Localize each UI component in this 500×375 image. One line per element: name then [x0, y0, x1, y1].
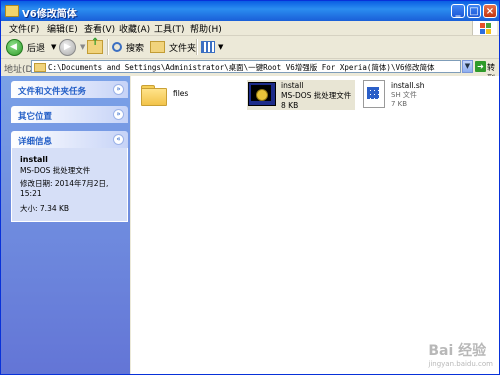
file-item-install[interactable]: install MS-DOS 批处理文件 8 KB — [247, 80, 356, 110]
window-title: V6修改简体 — [22, 9, 77, 20]
file-type: SH 文件 — [391, 91, 417, 99]
file-folder-tasks-group: 文件和文件夹任务 » — [11, 81, 128, 98]
views-icon — [201, 41, 215, 53]
detail-size: 大小: 7.34 KB — [20, 204, 70, 213]
watermark-brand: Bai 经验 — [428, 343, 487, 359]
menu-edit[interactable]: 编辑(E) — [47, 22, 78, 35]
details-group: 详细信息 « install MS-DOS 批处理文件 修改日期: 2014年7… — [11, 131, 128, 222]
file-name: install — [281, 81, 304, 90]
group-title: 详细信息 — [18, 137, 53, 147]
title-bar[interactable]: V6修改简体 _ □ × — [1, 1, 499, 21]
detail-modified: 修改日期: 2014年7月2日, 15:21 — [20, 179, 109, 198]
folders-label: 文件夹 — [169, 43, 197, 54]
back-button[interactable]: ◀ 后退 ▼ — [6, 38, 56, 56]
group-header[interactable]: 详细信息 « — [11, 131, 128, 148]
forward-button[interactable]: ▶ ▼ — [59, 38, 85, 56]
back-label: 后退 — [27, 43, 46, 54]
baidu-watermark: Bai 经验 jingyan.baidu.com — [428, 340, 493, 368]
folder-icon — [5, 5, 19, 17]
file-item-files[interactable]: files — [141, 82, 189, 106]
address-path: C:\Documents and Settings\Administrator\… — [48, 63, 435, 72]
group-title: 其它位置 — [18, 112, 53, 122]
detail-name: install — [20, 155, 48, 164]
address-input[interactable]: C:\Documents and Settings\Administrator\… — [31, 60, 461, 73]
maximize-button[interactable]: □ — [467, 4, 481, 18]
search-label: 搜索 — [126, 43, 145, 54]
folder-icon — [34, 63, 46, 72]
folders-icon — [150, 41, 165, 53]
chevron-down-icon[interactable]: » — [113, 109, 124, 120]
folder-icon — [141, 82, 167, 106]
file-size: 7 KB — [391, 100, 408, 108]
menu-help[interactable]: 帮助(H) — [190, 22, 222, 35]
toolbar: ◀ 后退 ▼ ▶ ▼ ↑ 搜索 文件夹 ▼ — [1, 36, 499, 59]
file-name: install.sh — [391, 81, 425, 90]
task-pane: 文件和文件夹任务 » 其它位置 » 详细信息 « install MS-DOS … — [1, 76, 130, 374]
up-folder-icon: ↑ — [87, 37, 103, 54]
windows-logo-icon — [472, 21, 497, 35]
menu-file[interactable]: 文件(F) — [9, 22, 39, 35]
batch-file-icon — [247, 80, 277, 106]
close-button[interactable]: × — [483, 4, 497, 18]
dropdown-arrow-icon[interactable]: ▼ — [51, 43, 56, 51]
explorer-window: V6修改简体 _ □ × 文件(F) 编辑(E) 查看(V) 收藏(A) 工具(… — [0, 0, 500, 375]
back-arrow-icon: ◀ — [6, 38, 23, 56]
chevron-down-icon[interactable]: » — [113, 84, 124, 95]
file-type: MS-DOS 批处理文件 — [281, 91, 352, 100]
watermark-url: jingyan.baidu.com — [428, 360, 493, 368]
address-dropdown-button[interactable]: ▼ — [462, 60, 473, 73]
menu-favorites[interactable]: 收藏(A) — [119, 22, 150, 35]
minimize-button[interactable]: _ — [451, 4, 465, 18]
other-places-group: 其它位置 » — [11, 106, 128, 123]
details-body: install MS-DOS 批处理文件 修改日期: 2014年7月2日, 15… — [11, 148, 128, 222]
sh-file-icon — [361, 80, 385, 108]
group-title: 文件和文件夹任务 — [18, 87, 87, 97]
forward-arrow-icon: ▶ — [59, 38, 76, 56]
go-arrow-icon[interactable]: ➜ — [475, 61, 486, 72]
address-bar: 地址(D) C:\Documents and Settings\Administ… — [1, 59, 499, 83]
group-header[interactable]: 其它位置 » — [11, 106, 128, 123]
search-icon — [112, 42, 122, 52]
dropdown-arrow-icon[interactable]: ▼ — [218, 43, 223, 51]
folders-button[interactable]: 文件夹 — [150, 38, 196, 56]
file-name: files — [173, 89, 189, 98]
group-header[interactable]: 文件和文件夹任务 » — [11, 81, 128, 98]
detail-type: MS-DOS 批处理文件 — [20, 166, 91, 175]
up-folder-button[interactable]: ↑ — [87, 37, 103, 56]
file-list: files install MS-DOS 批处理文件 8 KB install.… — [131, 76, 499, 374]
menu-tools[interactable]: 工具(T) — [154, 22, 185, 35]
chevron-up-icon[interactable]: « — [113, 134, 124, 145]
file-item-install-sh[interactable]: install.sh SH 文件 7 KB — [361, 80, 425, 108]
menu-view[interactable]: 查看(V) — [84, 22, 115, 35]
search-button[interactable]: 搜索 — [112, 38, 144, 56]
file-size: 8 KB — [281, 101, 299, 110]
menu-bar: 文件(F) 编辑(E) 查看(V) 收藏(A) 工具(T) 帮助(H) — [1, 21, 499, 36]
dropdown-arrow-icon[interactable]: ▼ — [80, 43, 85, 51]
views-button[interactable]: ▼ — [201, 38, 223, 56]
